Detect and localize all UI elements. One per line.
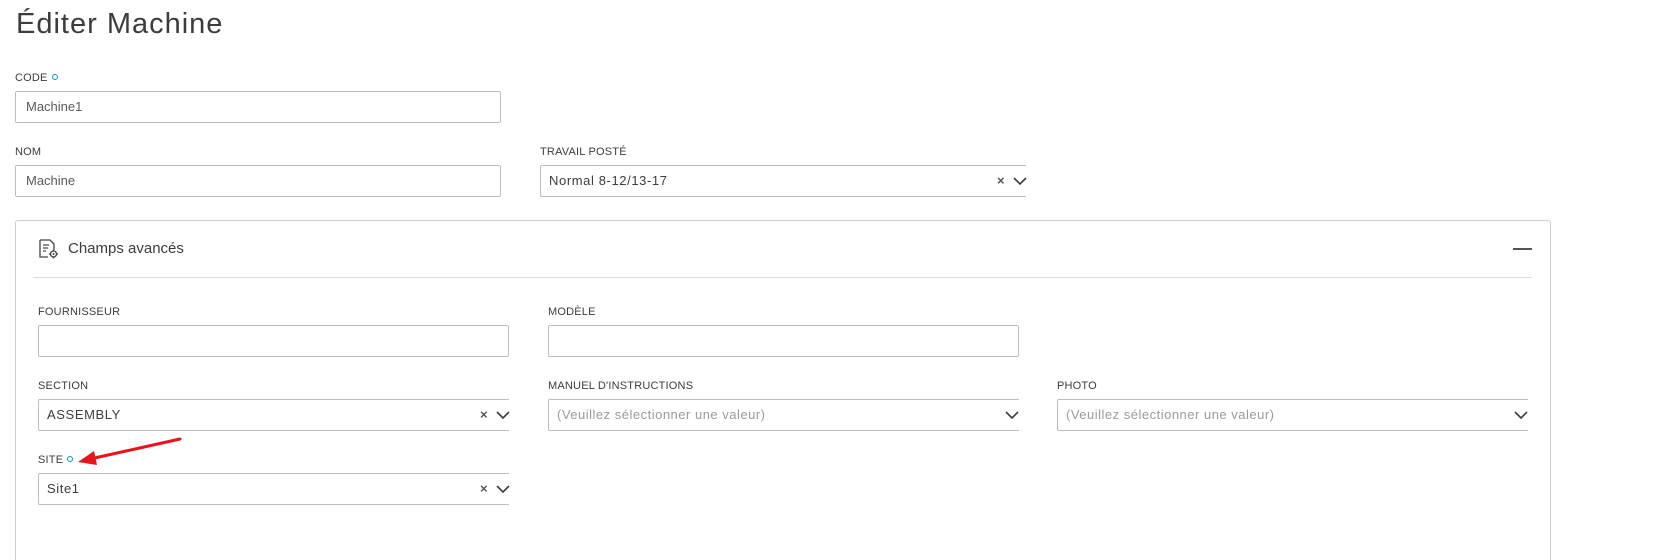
code-input[interactable]: Machine1 — [15, 91, 501, 123]
chevron-down-icon[interactable] — [1013, 176, 1027, 186]
section-value: ASSEMBLY — [47, 407, 121, 422]
nom-input-value: Machine — [26, 173, 76, 188]
chevron-down-icon[interactable] — [1005, 410, 1019, 420]
fournisseur-input[interactable] — [38, 325, 509, 357]
nom-label: NOM — [15, 146, 42, 158]
code-input-value: Machine1 — [26, 99, 83, 114]
photo-label: PHOTO — [1057, 380, 1097, 392]
chevron-down-icon[interactable] — [496, 410, 510, 420]
site-label-text: SITE — [38, 454, 64, 466]
nom-input[interactable]: Machine — [15, 165, 501, 197]
page-title: Éditer Machine — [16, 8, 224, 40]
clear-icon[interactable]: × — [480, 474, 488, 504]
site-select[interactable]: Site1 × — [38, 473, 510, 505]
advanced-fields-icon — [39, 239, 58, 259]
site-value: Site1 — [47, 481, 80, 496]
travail-poste-label: TRAVAIL POSTÉ — [540, 146, 627, 158]
modele-input[interactable] — [548, 325, 1019, 357]
required-indicator-icon — [51, 74, 58, 81]
modele-label: MODÈLE — [548, 306, 596, 318]
section-select[interactable]: ASSEMBLY × — [38, 399, 510, 431]
advanced-fields-title[interactable]: Champs avancés — [68, 240, 184, 257]
manuel-select[interactable]: (Veuillez sélectionner une valeur) — [548, 399, 1019, 431]
panel-divider — [33, 277, 1532, 278]
code-label: CODE — [15, 72, 58, 84]
fournisseur-label: FOURNISSEUR — [38, 306, 121, 318]
site-label: SITE — [38, 454, 74, 466]
code-label-text: CODE — [15, 72, 48, 84]
photo-select[interactable]: (Veuillez sélectionner une valeur) — [1057, 399, 1528, 431]
travail-poste-value: Normal 8-12/13-17 — [549, 173, 668, 188]
travail-poste-select[interactable]: Normal 8-12/13-17 × — [540, 165, 1027, 197]
clear-icon[interactable]: × — [480, 400, 488, 430]
collapse-icon[interactable] — [1513, 248, 1532, 250]
red-arrow-annotation — [78, 437, 182, 465]
clear-icon[interactable]: × — [997, 166, 1005, 196]
section-label: SECTION — [38, 380, 89, 392]
chevron-down-icon[interactable] — [1514, 410, 1528, 420]
manuel-placeholder: (Veuillez sélectionner une valeur) — [557, 407, 766, 422]
advanced-fields-panel — [15, 220, 1551, 560]
manuel-label: MANUEL D'INSTRUCTIONS — [548, 380, 694, 392]
photo-placeholder: (Veuillez sélectionner une valeur) — [1066, 407, 1275, 422]
chevron-down-icon[interactable] — [496, 484, 510, 494]
